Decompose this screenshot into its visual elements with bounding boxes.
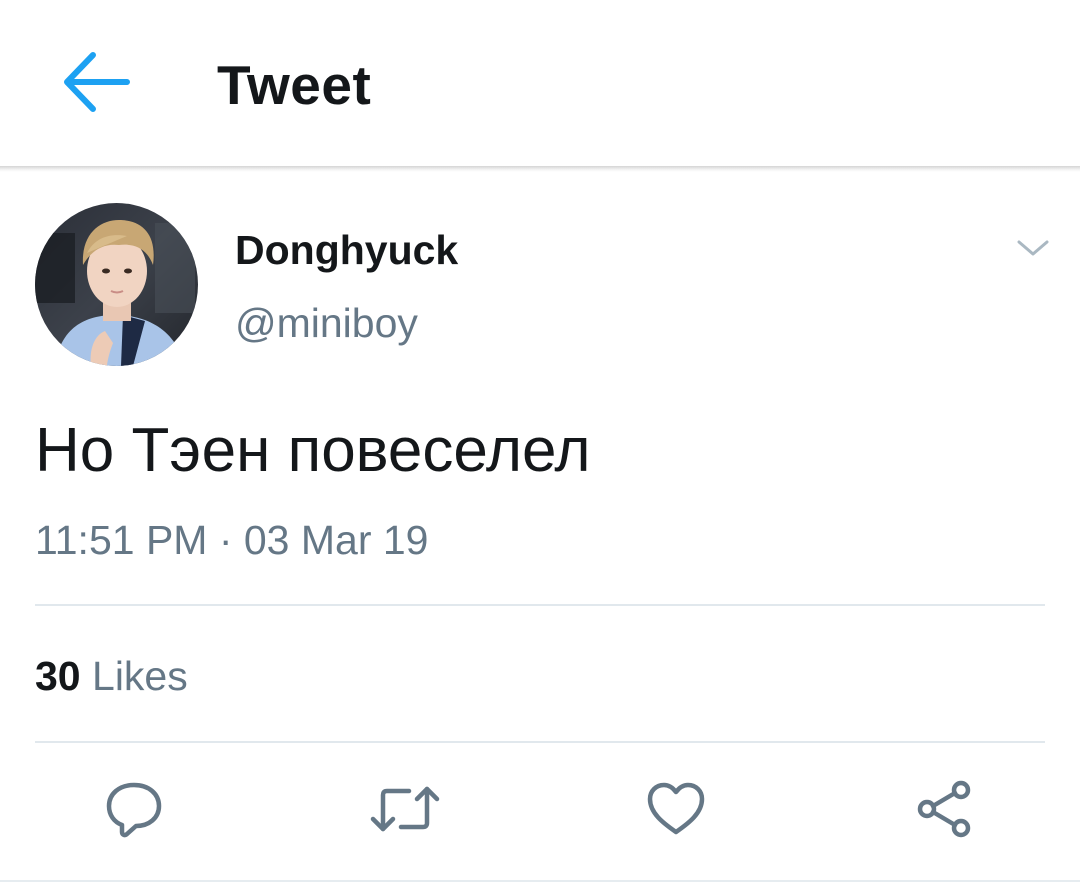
reply-button[interactable] — [96, 776, 172, 846]
back-button[interactable] — [52, 44, 140, 124]
tweet-detail-screen: Tweet Donghyuck @miniboy Но Тэен повесел… — [0, 0, 1080, 890]
app-bar: Tweet — [0, 0, 1080, 166]
likes-label: Likes — [92, 653, 188, 699]
divider — [35, 604, 1045, 606]
arrow-left-icon — [61, 47, 131, 122]
likes-count: 30 — [35, 653, 81, 699]
page-title: Tweet — [217, 54, 372, 116]
app-bar-shadow — [0, 166, 1080, 172]
chevron-down-icon — [1016, 238, 1050, 263]
share-icon — [913, 779, 975, 844]
tweet-timestamp: 11:51 PM · 03 Mar 19 — [35, 517, 429, 563]
tweet-text: Но Тэен повеселел — [35, 416, 591, 485]
retweet-button[interactable] — [367, 776, 443, 846]
divider — [35, 741, 1045, 743]
share-button[interactable] — [906, 776, 982, 846]
likes-stat[interactable]: 30 Likes — [35, 650, 188, 702]
author-name[interactable]: Donghyuck — [235, 225, 458, 275]
reply-icon — [103, 780, 165, 843]
avatar[interactable] — [35, 203, 198, 366]
bottom-divider — [0, 880, 1080, 882]
author-handle[interactable]: @miniboy — [235, 298, 418, 348]
tweet-menu-button[interactable] — [1005, 226, 1061, 274]
like-button[interactable] — [638, 776, 714, 846]
heart-icon — [645, 780, 707, 843]
retweet-icon — [369, 781, 441, 842]
